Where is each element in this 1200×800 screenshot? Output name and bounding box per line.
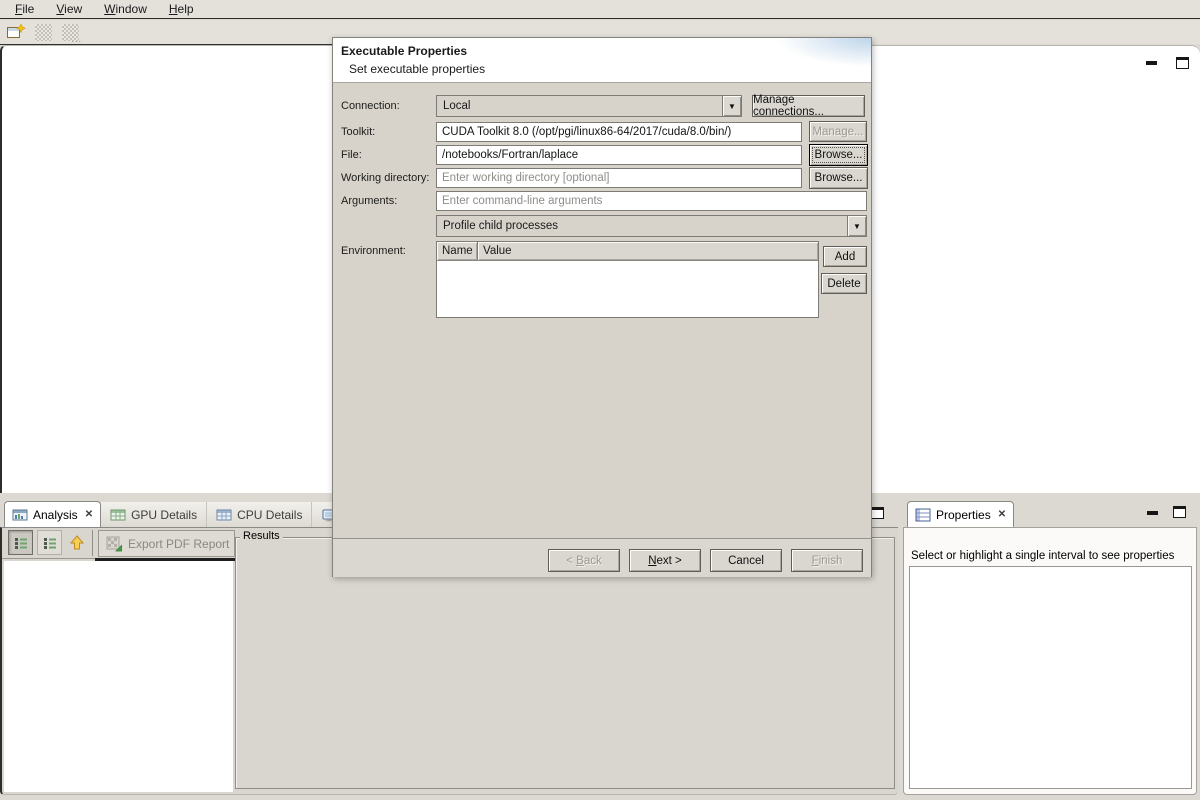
disabled-tool-icon-1[interactable] [33, 22, 53, 42]
executable-properties-dialog: Executable Properties Set executable pro… [332, 37, 872, 577]
application-window: File View Window Help ... [0, 0, 1200, 800]
chevron-down-icon[interactable]: ▼ [847, 216, 866, 236]
add-environment-button[interactable]: Add [823, 246, 867, 267]
export-pdf-icon [106, 536, 122, 552]
checker-icon [35, 24, 52, 41]
menu-file[interactable]: File [4, 0, 45, 19]
disabled-tool-icon-2[interactable]: ... [60, 22, 80, 42]
connection-select[interactable]: Local ▼ [436, 95, 742, 117]
close-icon[interactable]: ✕ [996, 509, 1006, 520]
new-session-icon[interactable] [6, 22, 26, 42]
toolkit-label: Toolkit: [341, 126, 375, 138]
browse-working-directory-button[interactable]: Browse... [809, 167, 868, 189]
export-pdf-label: Export PDF Report [128, 537, 229, 551]
toolbar-divider [92, 530, 93, 556]
back-button[interactable]: < Back [548, 549, 620, 572]
environment-table-body[interactable] [437, 261, 818, 317]
browse-file-button[interactable]: Browse... [809, 144, 868, 166]
arguments-label: Arguments: [341, 195, 397, 207]
analysis-list-area[interactable] [4, 561, 233, 792]
unguided-analysis-button[interactable] [37, 530, 62, 555]
guided-analysis-button[interactable] [8, 530, 33, 555]
tab-label: Analysis [33, 508, 78, 522]
tab-analysis[interactable]: Analysis ✕ [4, 501, 101, 527]
menu-help[interactable]: Help [158, 0, 205, 19]
up-level-button[interactable] [64, 530, 89, 555]
cancel-button[interactable]: Cancel [710, 549, 782, 572]
dialog-header: Executable Properties Set executable pro… [333, 38, 871, 83]
environment-table: Name Value [436, 241, 819, 318]
properties-detail-box[interactable] [909, 566, 1192, 789]
dialog-subtitle: Set executable properties [349, 62, 485, 76]
working-directory-label: Working directory: [341, 172, 429, 184]
export-pdf-report-button[interactable]: Export PDF Report [98, 530, 235, 557]
results-group-label: Results [240, 530, 283, 542]
properties-content: Select or highlight a single interval to… [903, 527, 1197, 795]
working-directory-input[interactable] [436, 168, 802, 188]
close-icon[interactable]: ✕ [83, 509, 93, 520]
manage-toolkit-button[interactable]: Manage... [809, 121, 867, 142]
column-header-value[interactable]: Value [478, 242, 818, 260]
tab-label: Properties [936, 508, 991, 522]
connection-label: Connection: [341, 100, 400, 112]
profile-mode-select[interactable]: Profile child processes ▼ [436, 215, 867, 237]
minimize-icon[interactable] [1147, 511, 1158, 515]
maximize-icon[interactable] [871, 507, 884, 519]
next-button[interactable]: Next > [629, 549, 701, 572]
file-input[interactable] [436, 145, 802, 165]
properties-message: Select or highlight a single interval to… [911, 550, 1174, 562]
header-gradient-decor [721, 38, 871, 80]
analysis-toolbar-line [2, 558, 95, 559]
list-icon [13, 535, 29, 551]
cpu-details-icon [216, 507, 232, 523]
up-arrow-icon [68, 534, 86, 552]
ellipsis-decor: ... [71, 34, 82, 44]
dialog-title: Executable Properties [341, 44, 467, 58]
menu-view[interactable]: View [45, 0, 93, 19]
environment-table-header: Name Value [437, 242, 818, 261]
menu-window[interactable]: Window [93, 0, 158, 19]
column-header-name[interactable]: Name [437, 242, 478, 260]
menu-bar: File View Window Help [0, 0, 1200, 19]
arguments-input[interactable] [436, 191, 867, 211]
tab-label: GPU Details [131, 508, 197, 522]
tab-label: CPU Details [237, 508, 302, 522]
chevron-down-icon[interactable]: ▼ [722, 96, 741, 116]
environment-label: Environment: [341, 245, 406, 257]
maximize-icon[interactable] [1176, 57, 1189, 69]
gpu-details-icon [110, 507, 126, 523]
properties-icon [915, 507, 931, 523]
tab-properties[interactable]: Properties ✕ [907, 501, 1014, 527]
properties-panel: Properties ✕ Select or highlight a singl… [903, 500, 1197, 795]
list-icon [42, 535, 58, 551]
manage-connections-button[interactable]: Manage connections... [752, 95, 865, 117]
tab-cpu-details[interactable]: CPU Details [207, 502, 312, 527]
toolkit-input[interactable] [436, 122, 802, 142]
file-label: File: [341, 149, 362, 161]
tab-gpu-details[interactable]: GPU Details [101, 502, 207, 527]
minimize-icon[interactable] [1146, 61, 1157, 65]
analysis-icon [12, 507, 28, 523]
profile-mode-value: Profile child processes [437, 220, 847, 232]
finish-button[interactable]: Finish [791, 549, 863, 572]
connection-value: Local [437, 100, 722, 112]
maximize-icon[interactable] [1173, 506, 1186, 518]
delete-environment-button[interactable]: Delete [821, 273, 867, 294]
